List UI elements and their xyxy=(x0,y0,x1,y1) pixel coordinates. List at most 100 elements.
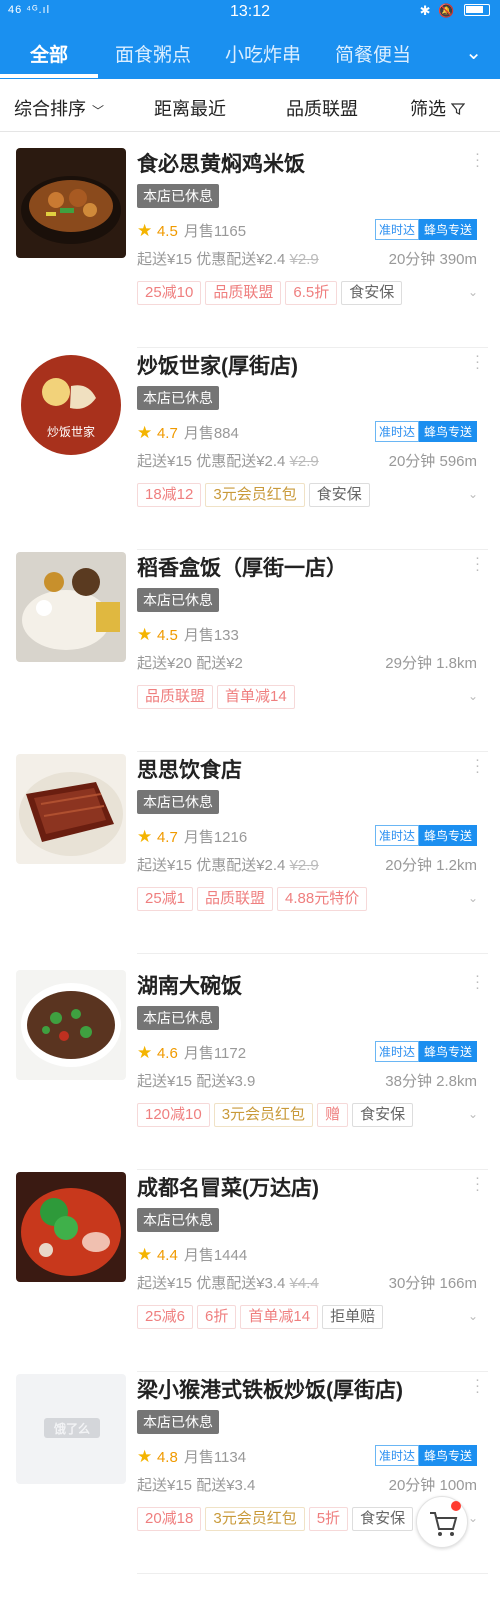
chevron-down-icon[interactable]: ⌄ xyxy=(468,1511,478,1525)
shop-name[interactable]: 梁小猴港式铁板炒饭(厚街店) xyxy=(137,1374,403,1404)
shop-card[interactable]: 食必思黄焖鸡米饭 · · · 本店已休息 ★ 4.5 月售1165 准时达 蜂鸟专送 起送¥15 … xyxy=(0,146,500,348)
rating-score: 4.7 xyxy=(156,829,178,846)
shop-card[interactable]: 成都名冒菜(万达店) · · · 本店已休息 ★ 4.4 月售1444 起送¥15 优惠配送¥… xyxy=(0,1170,500,1372)
rating-score: 4.4 xyxy=(156,1247,178,1264)
fengniao-express-badge: 蜂鸟专送 xyxy=(418,1445,477,1466)
shop-thumbnail[interactable] xyxy=(16,148,126,258)
more-options-icon[interactable]: · · · xyxy=(475,968,480,995)
on-time-badge: 准时达 xyxy=(374,825,419,846)
shop-card[interactable]: 思思饮食店 · · · 本店已休息 ★ 4.7 月售1216 准时达 蜂鸟专送 起送¥15 优惠配… xyxy=(0,752,500,954)
delivery-badges: 准时达 蜂鸟专送 xyxy=(374,825,477,846)
shop-thumbnail[interactable] xyxy=(16,970,126,1080)
chevron-down-icon[interactable]: ⌄ xyxy=(468,285,478,299)
shop-rating: ★ 4.6 月售1172 xyxy=(137,1042,246,1063)
sort-distance[interactable]: 距离最近 xyxy=(154,95,226,121)
tab-bento[interactable]: 简餐便当 xyxy=(335,40,411,67)
sort-dropdown[interactable]: 综合排序 ﹀ xyxy=(14,95,104,121)
more-options-icon[interactable]: · · · xyxy=(475,348,480,375)
divider xyxy=(137,549,488,550)
promo-tag: 20减18 xyxy=(137,1507,202,1531)
divider xyxy=(137,1371,488,1372)
on-time-badge: 准时达 xyxy=(374,421,419,442)
shop-name[interactable]: 成都名冒菜(万达店) xyxy=(137,1172,319,1202)
shop-rating: ★ 4.5 月售1165 xyxy=(137,220,246,241)
monthly-sales: 月售884 xyxy=(183,425,239,442)
shop-thumbnail[interactable]: 饿了么 xyxy=(16,1374,126,1484)
shop-card[interactable]: 湖南大碗饭 · · · 本店已休息 ★ 4.6 月售1172 准时达 蜂鸟专送 起送¥15 配送¥… xyxy=(0,968,500,1170)
delivery-fee-text: 起送¥15 优惠配送¥3.4 xyxy=(137,1275,286,1292)
filter-label: 筛选 xyxy=(410,99,446,119)
shop-card[interactable]: 稻香盒饭（厚街一店） · · · 本店已休息 ★ 4.5 月售133 起送¥20 配送¥2 29… xyxy=(0,550,500,752)
monthly-sales: 月售1444 xyxy=(183,1247,248,1264)
promo-tag: 18减12 xyxy=(137,483,202,507)
chevron-down-icon[interactable]: ⌄ xyxy=(465,40,482,65)
closed-status-badge: 本店已休息 xyxy=(137,386,219,410)
tab-snacks[interactable]: 小吃炸串 xyxy=(225,40,301,67)
chevron-down-icon[interactable]: ⌄ xyxy=(468,689,478,703)
promo-tag: 3元会员红包 xyxy=(205,483,305,507)
delivery-time-distance: 20分钟 100m xyxy=(388,1477,477,1494)
rating-score: 4.5 xyxy=(156,627,178,644)
funnel-icon xyxy=(450,103,466,115)
chevron-down-icon[interactable]: ⌄ xyxy=(468,487,478,501)
promo-tag: 25减1 xyxy=(137,887,194,911)
promo-tag: 食安保 xyxy=(352,1103,414,1127)
promotion-tags: 120减10 3元会员红包赠食安保 xyxy=(137,1103,417,1127)
shop-thumbnail[interactable] xyxy=(16,1172,126,1282)
promo-tag: 6折 xyxy=(197,1305,237,1329)
shop-rating: ★ 4.7 月售1216 xyxy=(137,826,247,847)
bluetooth-icon: ✱ xyxy=(419,3,431,18)
delivery-time-distance: 29分钟 1.8km xyxy=(385,655,477,672)
more-options-icon[interactable]: · · · xyxy=(475,550,480,577)
promotion-tags: 18减12 3元会员红包 食安保 xyxy=(137,483,374,507)
closed-status-badge: 本店已休息 xyxy=(137,588,219,612)
shop-thumbnail[interactable] xyxy=(16,754,126,864)
promo-tag: 品质联盟 xyxy=(137,685,214,709)
chevron-down-icon[interactable]: ⌄ xyxy=(468,891,478,905)
tab-all[interactable]: 全部 xyxy=(30,40,68,67)
filter-button[interactable]: 筛选 xyxy=(410,95,466,121)
shop-name[interactable]: 湖南大碗饭 xyxy=(137,970,242,1000)
on-time-badge: 准时达 xyxy=(374,1041,419,1062)
delivery-fee-text: 起送¥15 优惠配送¥2.4 xyxy=(137,453,286,470)
promo-tag: 拒单赔 xyxy=(322,1305,384,1329)
delivery-fee-text: 起送¥15 配送¥3.4 xyxy=(137,1477,256,1494)
divider xyxy=(137,1169,488,1170)
promo-tag: 120减10 xyxy=(137,1103,210,1127)
shop-name[interactable]: 食必思黄焖鸡米饭 xyxy=(137,148,305,178)
status-bar: 46 ⁴ᴳ.ıl 13:12 ✱ 🔕 xyxy=(0,0,500,26)
svg-text:炒饭世家: 炒饭世家 xyxy=(47,424,95,439)
cart-button[interactable] xyxy=(416,1496,468,1548)
tab-noodles-porridge[interactable]: 面食粥点 xyxy=(115,40,191,67)
chevron-down-icon[interactable]: ⌄ xyxy=(468,1309,478,1323)
more-options-icon[interactable]: · · · xyxy=(475,146,480,173)
more-options-icon[interactable]: · · · xyxy=(475,752,480,779)
cart-badge-dot xyxy=(451,1501,461,1511)
chevron-down-icon[interactable]: ⌄ xyxy=(468,1107,478,1121)
delivery-time-distance: 38分钟 2.8km xyxy=(385,1073,477,1090)
more-options-icon[interactable]: · · · xyxy=(475,1372,480,1399)
star-icon: ★ xyxy=(137,1043,157,1062)
delivery-fee: 起送¥15 优惠配送¥3.4 ¥4.4 xyxy=(137,1272,319,1293)
svg-text:饿了么: 饿了么 xyxy=(53,1421,90,1436)
promo-tag: 食安保 xyxy=(308,483,370,507)
fengniao-express-badge: 蜂鸟专送 xyxy=(418,219,477,240)
star-icon: ★ xyxy=(137,1447,157,1466)
quality-alliance-filter[interactable]: 品质联盟 xyxy=(286,95,358,121)
shop-rating: ★ 4.8 月售1134 xyxy=(137,1446,246,1467)
promo-tag: 25减10 xyxy=(137,281,202,305)
fengniao-express-badge: 蜂鸟专送 xyxy=(418,421,477,442)
more-options-icon[interactable]: · · · xyxy=(475,1170,480,1197)
shop-name[interactable]: 炒饭世家(厚街店) xyxy=(137,350,298,380)
shop-card[interactable]: 炒饭世家 炒饭世家(厚街店) · · · 本店已休息 ★ 4.7 月售884 准时达 蜂鸟专送 起送… xyxy=(0,348,500,550)
shop-name[interactable]: 思思饮食店 xyxy=(137,754,242,784)
shop-name[interactable]: 稻香盒饭（厚街一店） xyxy=(137,552,347,582)
promotion-tags: 25减1 品质联盟 4.88元特价 xyxy=(137,887,371,911)
app-header: 46 ⁴ᴳ.ıl 13:12 ✱ 🔕 全部 面食粥点 小吃炸串 简餐便当 ⌄ xyxy=(0,0,500,79)
shop-thumbnail[interactable]: 炒饭世家 xyxy=(16,350,126,460)
on-time-badge: 准时达 xyxy=(374,219,419,240)
star-icon: ★ xyxy=(137,221,157,240)
promo-tag: 6.5折 xyxy=(285,281,338,305)
category-tabs: 全部 面食粥点 小吃炸串 简餐便当 ⌄ xyxy=(0,30,500,79)
shop-thumbnail[interactable] xyxy=(16,552,126,662)
